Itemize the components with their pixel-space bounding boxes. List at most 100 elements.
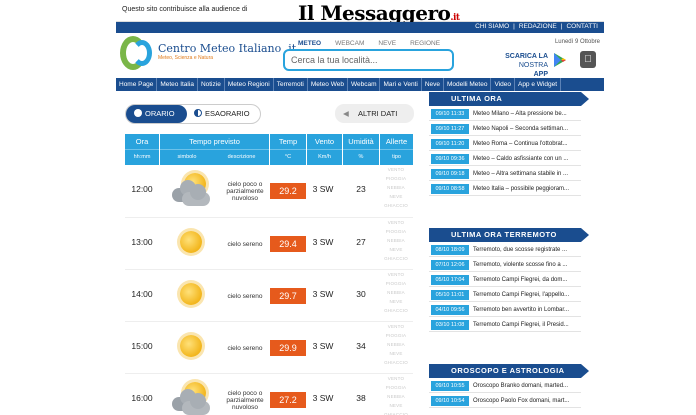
alert-vento: VENTO	[387, 272, 405, 277]
nav-item-video[interactable]: Video	[491, 78, 515, 91]
news-item[interactable]: 08/10 18:09 Terremoto, due scosse registr…	[429, 242, 581, 257]
news-headline[interactable]: Meteo Italia – possibile peggioram...	[473, 184, 579, 194]
news-item[interactable]: 09/10 10:54 Oroscopo Paolo Fox domani, ma…	[429, 393, 581, 408]
news-item[interactable]: 04/10 09:56 Terremoto ben avvertito in Lo…	[429, 302, 581, 317]
temperature-badge: 29.4	[270, 236, 306, 252]
apple-store-icon[interactable]: 	[580, 51, 596, 68]
site-tagline: Meteo, Scienza e Natura	[158, 55, 214, 61]
forecast-description: cielo poco o parzialmente nuvoloso	[226, 389, 264, 411]
news-headline[interactable]: Oroscopo Paolo Fox domani, mart...	[473, 396, 579, 406]
news-time: 09/10 10:55	[431, 381, 469, 391]
top-link-chi-siamo[interactable]: CHI SIAMO	[475, 23, 509, 30]
top-link-contatti[interactable]: CONTATTI	[566, 23, 598, 30]
oroscopo-title: OROSCOPO E ASTROLOGIA	[429, 364, 589, 378]
arrow-left-icon: ◀	[343, 109, 349, 118]
news-item[interactable]: 09/10 09:18 Meteo – Altra settimana stabi…	[429, 166, 581, 181]
top-link-separator: |	[513, 23, 515, 30]
search-tabs: METEO WEBCAM NEVE REGIONE	[298, 40, 454, 47]
alert-neve: NEVE	[389, 247, 403, 252]
wind-value: 3 SW	[312, 289, 334, 299]
alert-pioggia: PIOGGIA	[385, 229, 407, 234]
news-time: 09/10 09:18	[431, 169, 469, 179]
news-time: 09/10 11:20	[431, 139, 469, 149]
alert-vento: VENTO	[387, 220, 405, 225]
news-item[interactable]: 05/10 17:04 Terremoto Campi Flegrei, da d…	[429, 272, 581, 287]
nav-item-app-e-widget[interactable]: App e Widget	[515, 78, 562, 91]
top-links-bar: CHI SIAMO | REDAZIONE | CONTATTI	[116, 22, 604, 33]
forecast-description: cielo poco o parzialmente nuvoloso	[226, 180, 264, 202]
search-tab-meteo[interactable]: METEO	[298, 40, 321, 47]
temperature-badge: 27.2	[270, 392, 306, 408]
nav-item-mari-e-venti[interactable]: Mari e Venti	[380, 78, 422, 91]
humidity-value: 34	[356, 341, 366, 351]
alert-ghiaccio: GHIACCIO	[384, 308, 408, 313]
threehour-toggle-button[interactable]: ESAORARIO	[194, 105, 250, 123]
header-tempo: Tempo previsto simbolo descrizione	[160, 134, 269, 165]
news-headline[interactable]: Terremoto ben avvertito in Lombar...	[473, 305, 579, 315]
nav-item-meteo-italia[interactable]: Meteo Italia	[157, 78, 198, 91]
forecast-row: 14:00 cielo sereno 29.7 3 SW 30 VENTO PIOGGIA N…	[125, 269, 413, 321]
news-headline[interactable]: Meteo – Caldo asfissiante con un ...	[473, 154, 579, 164]
nav-item-neve[interactable]: Neve	[422, 78, 444, 91]
news-headline[interactable]: Oroscopo Branko domani, marted...	[473, 381, 579, 391]
nav-item-notizie[interactable]: Notizie	[198, 78, 225, 91]
hourly-toggle-button[interactable]: ORARIO	[126, 105, 187, 123]
news-headline[interactable]: Terremoto, due scosse registrate ...	[473, 245, 579, 255]
terremoto-panel: ULTIMA ORA TERREMOTO 08/10 18:09 Terremot…	[429, 228, 589, 332]
top-link-redazione[interactable]: REDAZIONE	[519, 23, 557, 30]
forecast-row: 15:00 cielo sereno 29.9 3 SW 34 VENTO PIOGGIA N…	[125, 321, 413, 373]
news-time: 05/10 11:01	[431, 290, 469, 300]
clock-icon	[134, 109, 142, 117]
page: Questo sito contribuisce alla audience d…	[116, 0, 604, 415]
search-tab-webcam[interactable]: WEBCAM	[335, 40, 364, 47]
news-time: 07/10 12:06	[431, 260, 469, 270]
news-headline[interactable]: Meteo – Altra settimana stabile in ...	[473, 169, 579, 179]
news-item[interactable]: 09/10 10:55 Oroscopo Branko domani, marte…	[429, 378, 581, 393]
forecast-row: 16:00 cielo poco o parzialmente nuvoloso 2…	[125, 373, 413, 415]
news-item[interactable]: 09/10 11:27 Meteo Napoli – Seconda settim…	[429, 121, 581, 136]
news-headline[interactable]: Terremoto Campi Flegrei, l'appello...	[473, 290, 579, 300]
news-headline[interactable]: Meteo Milano – Alta pressione be...	[473, 109, 579, 119]
search-tab-neve[interactable]: NEVE	[378, 40, 396, 47]
forecast-time: 12:00	[131, 184, 153, 194]
nav-item-modelli-meteo[interactable]: Modelli Meteo	[444, 78, 492, 91]
news-item[interactable]: 03/10 11:08 Terremoto Campi Flegrei, il P…	[429, 317, 581, 332]
nav-item-meteo-regioni[interactable]: Meteo Regioni	[225, 78, 274, 91]
news-headline[interactable]: Terremoto, violente scosse fino a ...	[473, 260, 579, 270]
news-item[interactable]: 05/10 11:01 Terremoto Campi Flegrei, l'ap…	[429, 287, 581, 302]
nav-item-terremoti[interactable]: Terremoti	[274, 78, 308, 91]
news-item[interactable]: 07/10 12:06 Terremoto, violente scosse fi…	[429, 257, 581, 272]
app-download-text: SCARICA LA NOSTRA APP	[505, 53, 548, 78]
nav-item-home-page[interactable]: Home Page	[116, 78, 158, 91]
nav-item-webcam[interactable]: Webcam	[348, 78, 381, 91]
forecast-time: 14:00	[131, 289, 153, 299]
altri-dati-button[interactable]: ◀ ALTRI DATI	[335, 104, 414, 123]
wind-value: 3 SW	[312, 341, 334, 351]
news-headline[interactable]: Terremoto Campi Flegrei, il Presid...	[473, 320, 579, 330]
google-play-icon[interactable]	[552, 52, 568, 68]
alert-pioggia: PIOGGIA	[385, 176, 407, 181]
alert-nebbia: NEBBIA	[387, 394, 405, 399]
header-ora: Ora hh:mm	[125, 134, 159, 165]
news-item[interactable]: 09/10 09:36 Meteo – Caldo asfissiante con…	[429, 151, 581, 166]
search-tab-regione[interactable]: REGIONE	[410, 40, 440, 47]
alert-types: VENTO PIOGGIA NEBBIA NEVE GHIACCIO	[379, 165, 413, 210]
alert-pioggia: PIOGGIA	[385, 281, 407, 286]
news-item[interactable]: 09/10 11:33 Meteo Milano – Alta pressione…	[429, 106, 581, 121]
alert-types: VENTO PIOGGIA NEBBIA NEVE GHIACCIO	[379, 322, 413, 367]
site-logo[interactable]: Centro Meteo Italiano .it Meteo, Scienza…	[120, 34, 296, 74]
wind-value: 3 SW	[312, 237, 334, 247]
header-temp: Temp °C	[270, 134, 306, 165]
header-vento: Vento Km/h	[307, 134, 342, 165]
news-headline[interactable]: Meteo Roma – Continua l'ottobrat...	[473, 139, 579, 149]
news-item[interactable]: 09/10 11:20 Meteo Roma – Continua l'ottob…	[429, 136, 581, 151]
alert-nebbia: NEBBIA	[387, 238, 405, 243]
humidity-value: 23	[356, 184, 366, 194]
forecast-row: 13:00 cielo sereno 29.4 3 SW 27 VENTO PIOGGIA N…	[125, 217, 413, 269]
forecast-row: 12:00 cielo poco o parzialmente nuvoloso 2…	[125, 165, 413, 217]
news-item[interactable]: 09/10 08:58 Meteo Italia – possibile pegg…	[429, 181, 581, 196]
news-headline[interactable]: Meteo Napoli – Seconda settiman...	[473, 124, 579, 134]
news-headline[interactable]: Terremoto Campi Flegrei, da dom...	[473, 275, 579, 285]
nav-item-meteo-web[interactable]: Meteo Web	[308, 78, 348, 91]
search-input[interactable]	[291, 51, 451, 69]
